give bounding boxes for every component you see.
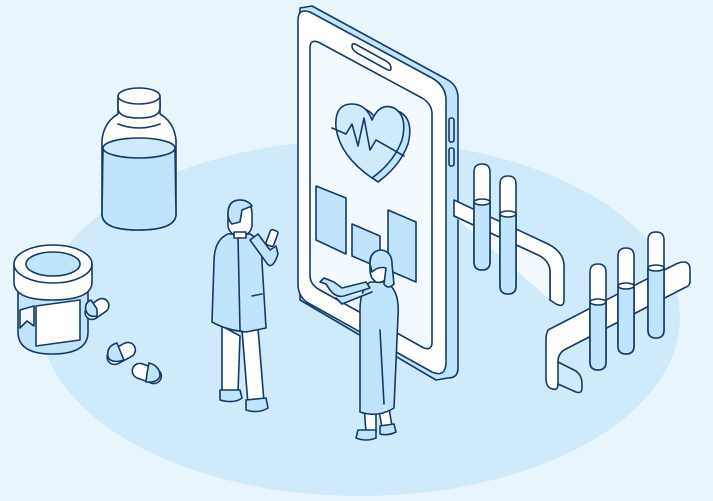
pill-jar-icon [13,244,93,355]
test-tube-icon [647,231,665,339]
test-tube-icon [473,163,491,271]
medicine-bottle-icon [101,87,177,231]
test-tube-icon [499,175,517,295]
healthcare-illustration [13,5,691,496]
test-tube-icon [589,263,607,371]
test-tube-icon [617,247,635,355]
